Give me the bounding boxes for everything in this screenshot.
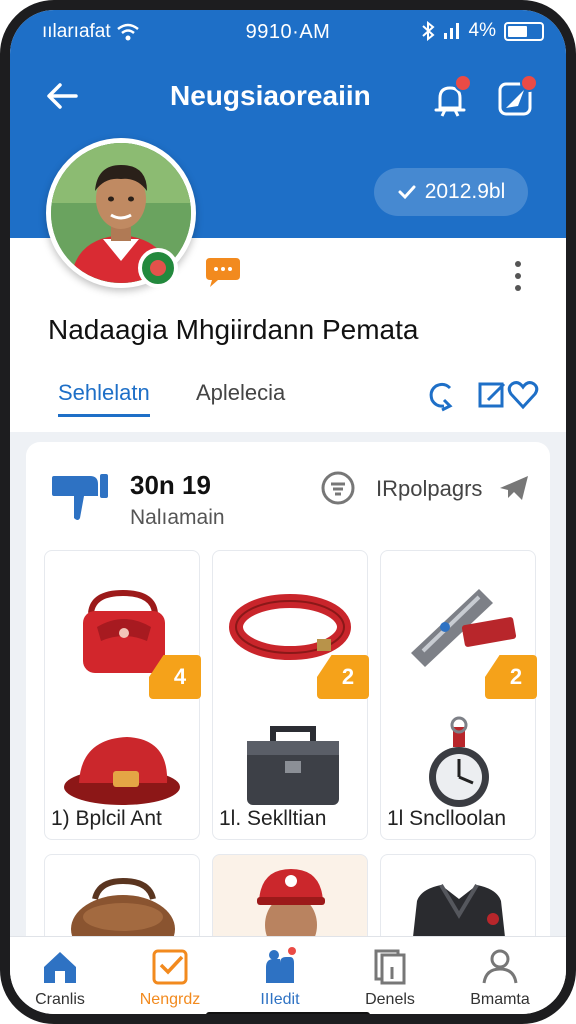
tab-bar: Sehlelatn Aplelecia [10, 372, 566, 422]
nav-item-calendar[interactable]: Nengrdz [120, 943, 220, 1013]
refresh-icon[interactable] [424, 378, 458, 412]
status-right: 4% [421, 20, 544, 42]
bluetooth-icon [421, 21, 435, 41]
inventory-item[interactable]: 2 1l Snclloolan [380, 550, 537, 840]
bottom-navigation: Cranlis Nengrdz IIIedit Denels Bmamta [10, 936, 566, 1014]
status-badge [138, 248, 178, 288]
more-options-icon[interactable] [504, 258, 532, 294]
red-hat-icon [64, 737, 180, 805]
nav-label: Bmamta [470, 991, 530, 1008]
nav-item-profile[interactable]: Bmamta [450, 943, 550, 1013]
status-bar: ıılarıafat 9910·AM 4% [10, 10, 566, 50]
filter-icon[interactable] [320, 470, 356, 506]
nav-label: Denels [365, 991, 415, 1008]
profile-icon [482, 949, 518, 984]
page-title: Neugsiaoreaiin [170, 80, 371, 111]
home-icon [44, 952, 76, 983]
tab-applications[interactable]: Aplelecia [196, 380, 285, 406]
person-badge-icon [266, 947, 296, 983]
edit-icon[interactable] [476, 378, 510, 412]
back-arrow-icon[interactable] [42, 76, 82, 116]
chat-bubble-icon[interactable] [202, 256, 242, 288]
item-caption: 1) Bplcil Ant [51, 807, 162, 830]
check-icon [398, 185, 416, 200]
share-button[interactable] [494, 74, 538, 120]
filter-label[interactable]: IRpolpagrs [376, 476, 482, 502]
inventory-item[interactable]: 2 1l. Seklltian [212, 550, 369, 840]
item-caption: 1l Snclloolan [387, 807, 507, 830]
battery-percent: 4% [468, 20, 496, 41]
airplane-icon[interactable] [496, 470, 532, 506]
stopwatch-icon [429, 716, 489, 807]
notification-dot [454, 74, 472, 92]
signal-icon [443, 23, 459, 39]
nav-item-documents[interactable]: Denels [340, 943, 440, 1013]
phone-screen: ıılarıafat 9910·AM 4% Neugsiaoreaiin 201… [0, 0, 576, 1024]
nav-item-home[interactable]: Cranlis [10, 943, 110, 1013]
follow-button[interactable]: 2012.9bl [374, 168, 528, 216]
profile-name: Nadaagia Mhgiirdann Pemata [48, 314, 419, 345]
thumbs-down-icon [52, 474, 108, 520]
heart-icon[interactable] [506, 378, 540, 412]
nav-label: Nengrdz [139, 991, 201, 1008]
stat-value: 30n 19 [130, 470, 211, 500]
battery-icon [504, 21, 544, 41]
nav-label: IIIedit [260, 991, 300, 1008]
item-caption: 1l. Seklltian [219, 807, 327, 830]
tab-selection[interactable]: Sehlelatn [58, 380, 150, 417]
inventory-item[interactable]: 4 1) Bplcil Ant [44, 550, 201, 840]
stat-label: Nalıamain [130, 506, 225, 529]
nav-row: Neugsiaoreaiin [10, 68, 566, 124]
calendar-check-icon [152, 949, 188, 985]
nav-label: Cranlis [35, 991, 85, 1008]
toolbox-icon [247, 726, 339, 805]
follow-label: 2012.9bl [424, 180, 506, 203]
notifications-button[interactable] [428, 74, 472, 120]
notification-dot [520, 74, 538, 92]
document-icon [374, 949, 406, 985]
home-indicator[interactable] [206, 1012, 370, 1014]
nav-item-social[interactable]: IIIedit [230, 943, 330, 1013]
battery-fill [508, 25, 528, 37]
